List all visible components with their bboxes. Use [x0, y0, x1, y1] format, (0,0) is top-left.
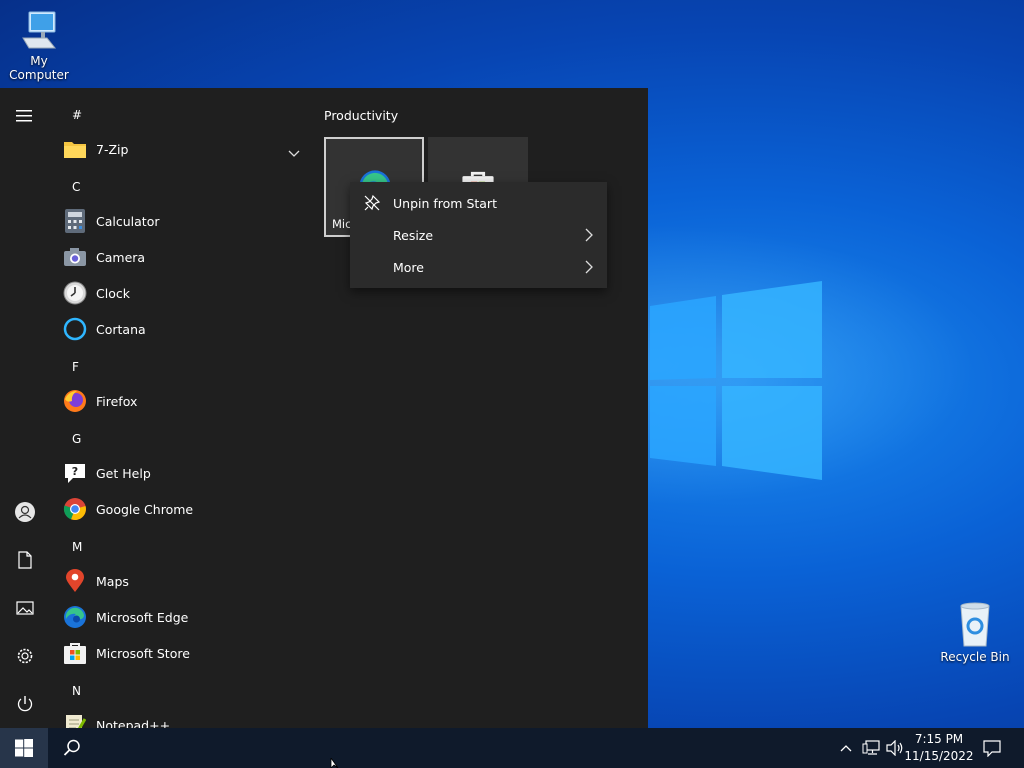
- camera-icon: [62, 244, 88, 270]
- app-item-google-chrome[interactable]: Google Chrome: [62, 491, 310, 527]
- app-list: # 7-Zip C Calculator Camera Clock Cortan…: [50, 88, 310, 728]
- letter-header[interactable]: M: [72, 540, 82, 554]
- tile-label: Mic: [332, 217, 352, 231]
- desktop-icon-label: Recycle Bin: [940, 650, 1010, 664]
- chevron-down-icon[interactable]: [288, 143, 300, 162]
- letter-header[interactable]: F: [72, 360, 79, 374]
- calculator-icon: [62, 208, 88, 234]
- documents-icon[interactable]: [13, 548, 37, 572]
- chrome-icon: [62, 496, 88, 522]
- start-rail: [0, 88, 50, 728]
- clock-time: 7:15 PM: [914, 732, 964, 746]
- app-item-microsoft-store[interactable]: Microsoft Store: [62, 635, 310, 671]
- hamburger-menu-icon[interactable]: [13, 104, 37, 128]
- network-icon: [862, 740, 880, 755]
- cortana-icon: [62, 316, 88, 342]
- tile-group-title[interactable]: Productivity: [324, 108, 398, 123]
- clock-icon: [62, 280, 88, 306]
- desktop-icon-recycle-bin[interactable]: Recycle Bin: [938, 600, 1012, 664]
- tile-context-menu: Unpin from Start Resize More: [350, 182, 607, 288]
- store-icon: [62, 640, 88, 666]
- app-item-microsoft-edge[interactable]: Microsoft Edge: [62, 599, 310, 635]
- notepad-icon: [62, 712, 88, 728]
- settings-gear-icon[interactable]: [13, 644, 37, 668]
- chevron-right-icon: [585, 228, 593, 242]
- app-item-notepad-plus-plus[interactable]: Notepad++: [62, 707, 310, 728]
- notification-icon: [983, 740, 1001, 757]
- search-button[interactable]: [50, 728, 94, 768]
- app-item-calculator[interactable]: Calculator: [62, 203, 310, 239]
- firefox-icon: [62, 388, 88, 414]
- start-button[interactable]: [0, 728, 48, 768]
- menu-item-unpin-from-start[interactable]: Unpin from Start: [350, 187, 607, 219]
- chevron-right-icon: [585, 260, 593, 274]
- network-button[interactable]: [860, 728, 882, 768]
- user-account-icon[interactable]: [13, 500, 37, 524]
- app-item-camera[interactable]: Camera: [62, 239, 310, 275]
- windows-logo-icon: [15, 739, 33, 757]
- pictures-icon[interactable]: [13, 596, 37, 620]
- power-icon[interactable]: [13, 692, 37, 716]
- menu-item-more[interactable]: More: [350, 251, 607, 283]
- action-center-button[interactable]: [978, 728, 1006, 768]
- folder-icon: [62, 136, 88, 162]
- app-item-maps[interactable]: Maps: [62, 563, 310, 599]
- app-item-clock[interactable]: Clock: [62, 275, 310, 311]
- letter-header[interactable]: N: [72, 684, 81, 698]
- clock-date: 11/15/2022: [904, 749, 974, 763]
- desktop-icon-label: My Computer: [9, 54, 69, 82]
- svg-text:?: ?: [72, 465, 78, 478]
- taskbar: 7:15 PM 11/15/2022: [0, 728, 1024, 768]
- unpin-icon: [364, 194, 381, 211]
- app-item-get-help[interactable]: ? Get Help: [62, 455, 310, 491]
- letter-header[interactable]: G: [72, 432, 81, 446]
- recycle-bin-icon: [960, 602, 990, 647]
- edge-icon: [62, 604, 88, 630]
- get-help-icon: ?: [62, 460, 88, 486]
- show-hidden-icons-button[interactable]: [836, 728, 856, 768]
- letter-header[interactable]: #: [72, 108, 82, 122]
- letter-header[interactable]: C: [72, 180, 80, 194]
- wallpaper-windows-logo: [650, 281, 822, 480]
- computer-icon: [22, 11, 57, 49]
- mouse-cursor-icon: [330, 758, 339, 768]
- search-icon: [63, 739, 80, 756]
- maps-icon: [62, 568, 88, 594]
- app-item-firefox[interactable]: Firefox: [62, 383, 310, 419]
- taskbar-clock[interactable]: 7:15 PM 11/15/2022: [902, 731, 976, 765]
- chevron-up-icon: [840, 745, 852, 752]
- app-item-cortana[interactable]: Cortana: [62, 311, 310, 347]
- app-item-7zip[interactable]: 7-Zip: [62, 131, 310, 167]
- menu-item-resize[interactable]: Resize: [350, 219, 607, 251]
- desktop-icon-my-computer[interactable]: My Computer: [0, 8, 78, 82]
